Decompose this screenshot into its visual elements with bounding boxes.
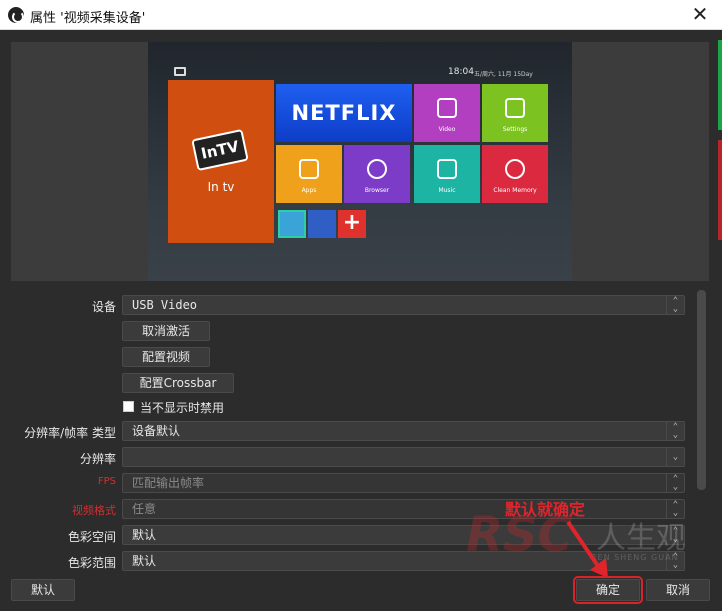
edge-strip <box>718 140 722 240</box>
tile-video: Video <box>414 84 480 142</box>
window-title: 属性 '视频采集设备' <box>30 11 146 26</box>
preview-date: 五/周六, 11月 15Day <box>474 71 533 78</box>
intv-logo-icon: InTV <box>191 128 249 172</box>
scrollbar[interactable] <box>697 290 706 490</box>
config-video-button[interactable]: 配置视频 <box>122 347 210 367</box>
color-space-value: 默认 <box>132 528 157 542</box>
tile-netflix: NETFLIX <box>276 84 412 142</box>
color-range-value: 默认 <box>132 554 157 568</box>
tile-music: Music <box>414 145 480 203</box>
tile-settings-label: Settings <box>502 126 528 133</box>
edge-strip <box>718 40 722 130</box>
rocket-icon <box>505 159 525 179</box>
globe-icon <box>367 159 387 179</box>
tile-clean-memory: Clean Memory <box>482 145 548 203</box>
hide-disable-checkbox[interactable] <box>123 401 134 412</box>
video-format-value: 任意 <box>132 502 157 516</box>
tile-browser: Browser <box>344 145 410 203</box>
color-space-label: 色彩空间 <box>67 530 116 544</box>
device-label: 设备 <box>91 300 116 314</box>
tile-apps: Apps <box>276 145 342 203</box>
tile-clean-label: Clean Memory <box>493 187 537 194</box>
updown-icon: ⌃ ⌄ <box>666 422 684 440</box>
tile-settings: Settings <box>482 84 548 142</box>
config-crossbar-button[interactable]: 配置Crossbar <box>122 373 234 393</box>
res-type-label: 分辨率/帧率 类型 <box>24 426 116 440</box>
updown-icon: ⌃ ⌄ <box>666 500 684 518</box>
close-button[interactable]: ✕ <box>678 0 722 30</box>
ok-button[interactable]: 确定 <box>573 576 643 604</box>
tile-intv-label: In tv <box>207 180 235 194</box>
device-select[interactable]: USB Video ⌃ ⌄ <box>122 295 685 315</box>
title-bar: 属性 '视频采集设备' ✕ <box>0 0 722 30</box>
play-icon <box>437 98 457 118</box>
chevron-down-icon: ⌄ <box>666 448 684 466</box>
tile-add-icon: + <box>338 210 366 238</box>
res-type-value: 设备默认 <box>132 424 181 438</box>
tile-music-label: Music <box>438 187 456 194</box>
tile-apps-label: Apps <box>301 187 317 194</box>
tile-browser-label: Browser <box>364 187 390 194</box>
grid-icon <box>299 159 319 179</box>
video-format-select[interactable]: 任意 ⌃ ⌄ <box>122 499 685 519</box>
fps-value: 匹配输出帧率 <box>132 476 205 490</box>
deactivate-button[interactable]: 取消激活 <box>122 321 210 341</box>
res-type-select[interactable]: 设备默认 ⌃ ⌄ <box>122 421 685 441</box>
annotation-text: 默认就确定 <box>505 500 586 519</box>
scrollbar-thumb[interactable] <box>697 290 706 490</box>
capture-preview: 18:04 五/周六, 11月 15Day InTV In tv NETFLIX… <box>148 42 572 281</box>
resolution-label: 分辨率 <box>79 452 116 466</box>
video-format-label: 视频格式 <box>72 504 116 517</box>
updown-icon: ⌃ ⌄ <box>666 474 684 492</box>
music-note-icon <box>437 159 457 179</box>
fps-label: FPS <box>97 476 116 487</box>
device-value: USB Video <box>132 298 198 312</box>
preview-clock: 18:04 <box>448 67 474 77</box>
fps-select[interactable]: 匹配输出帧率 ⌃ ⌄ <box>122 473 685 493</box>
obs-app-icon <box>8 7 24 23</box>
tile-video-label: Video <box>438 126 456 133</box>
annotation-arrow-icon <box>566 520 608 578</box>
updown-icon: ⌃ ⌄ <box>666 296 684 314</box>
resolution-select[interactable]: ⌄ <box>122 447 685 467</box>
updown-icon: ⌃ ⌄ <box>666 526 684 544</box>
properties-dialog: 属性 '视频采集设备' ✕ 18:04 五/周六, 11月 15Day InTV… <box>0 0 722 611</box>
tile-intv: InTV In tv <box>168 80 274 243</box>
gear-icon <box>505 98 525 118</box>
color-range-label: 色彩范围 <box>67 556 116 570</box>
tile-app-b-icon <box>308 210 336 238</box>
tile-app-a-icon <box>278 210 306 238</box>
default-button[interactable]: 默认 <box>11 579 75 601</box>
cancel-button[interactable]: 取消 <box>646 579 710 601</box>
hide-disable-label: 当不显示时禁用 <box>140 401 225 415</box>
updown-icon: ⌃ ⌄ <box>666 552 684 570</box>
cast-icon <box>174 67 186 76</box>
